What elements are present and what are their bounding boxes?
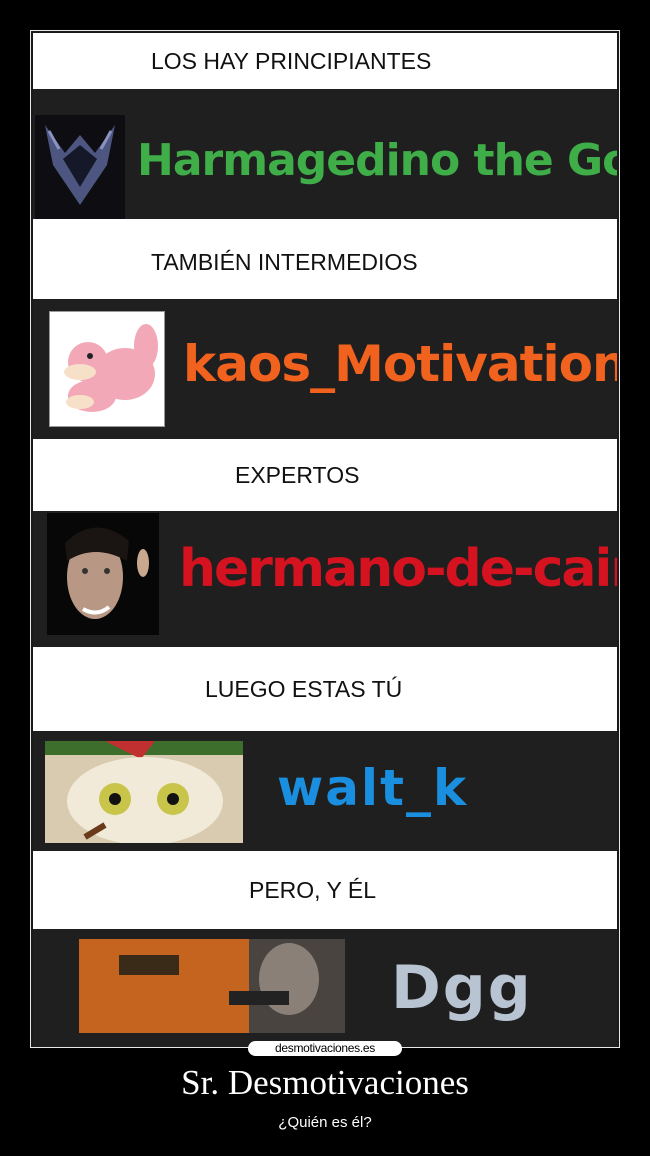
caption-text: TAMBIÉN INTERMEDIOS [151, 248, 418, 275]
username-walt: walt_k [277, 759, 469, 817]
caption-text: LOS HAY PRINCIPIANTES [151, 47, 432, 74]
caption-text: LUEGO ESTAS TÚ [205, 675, 403, 702]
username-harmagedino: Harmagedino the God [137, 135, 617, 186]
user-panel-harmagedino: Harmagedino the God [33, 89, 617, 219]
caption-text: EXPERTOS [235, 461, 360, 488]
dark-heart-emblem-icon [35, 115, 125, 219]
man-face-avatar [47, 513, 159, 635]
poster-frame: LOS HAY PRINCIPIANTES Harmagedino the Go… [30, 30, 620, 1048]
caption-expertos: EXPERTOS [33, 439, 617, 511]
soldier-avatar [79, 939, 345, 1033]
cat-face-avatar [45, 741, 243, 843]
poster-title: Sr. Desmotivaciones [181, 1063, 469, 1102]
poster-subtitle: ¿Quién es él? [278, 1114, 372, 1131]
username-hermano: hermano-de-cain [179, 539, 617, 599]
user-panel-walt: walt_k [33, 731, 617, 851]
caption-pero: PERO, Y ÉL [33, 851, 617, 929]
caption-intermedios: TAMBIÉN INTERMEDIOS [33, 219, 617, 299]
pink-pokemon-avatar [49, 311, 165, 427]
caption-text: PERO, Y ÉL [249, 876, 376, 903]
user-panel-kaos: kaos_Motivation [33, 299, 617, 439]
caption-principiantes: LOS HAY PRINCIPIANTES [33, 33, 617, 89]
caption-luego: LUEGO ESTAS TÚ [33, 647, 617, 731]
user-panel-dgg: Dgg [33, 929, 617, 1047]
username-kaos: kaos_Motivation [183, 335, 617, 393]
user-panel-hermano: hermano-de-cain [33, 511, 617, 647]
site-watermark[interactable]: desmotivaciones.es [248, 1041, 402, 1056]
username-dgg: Dgg [391, 953, 533, 1023]
